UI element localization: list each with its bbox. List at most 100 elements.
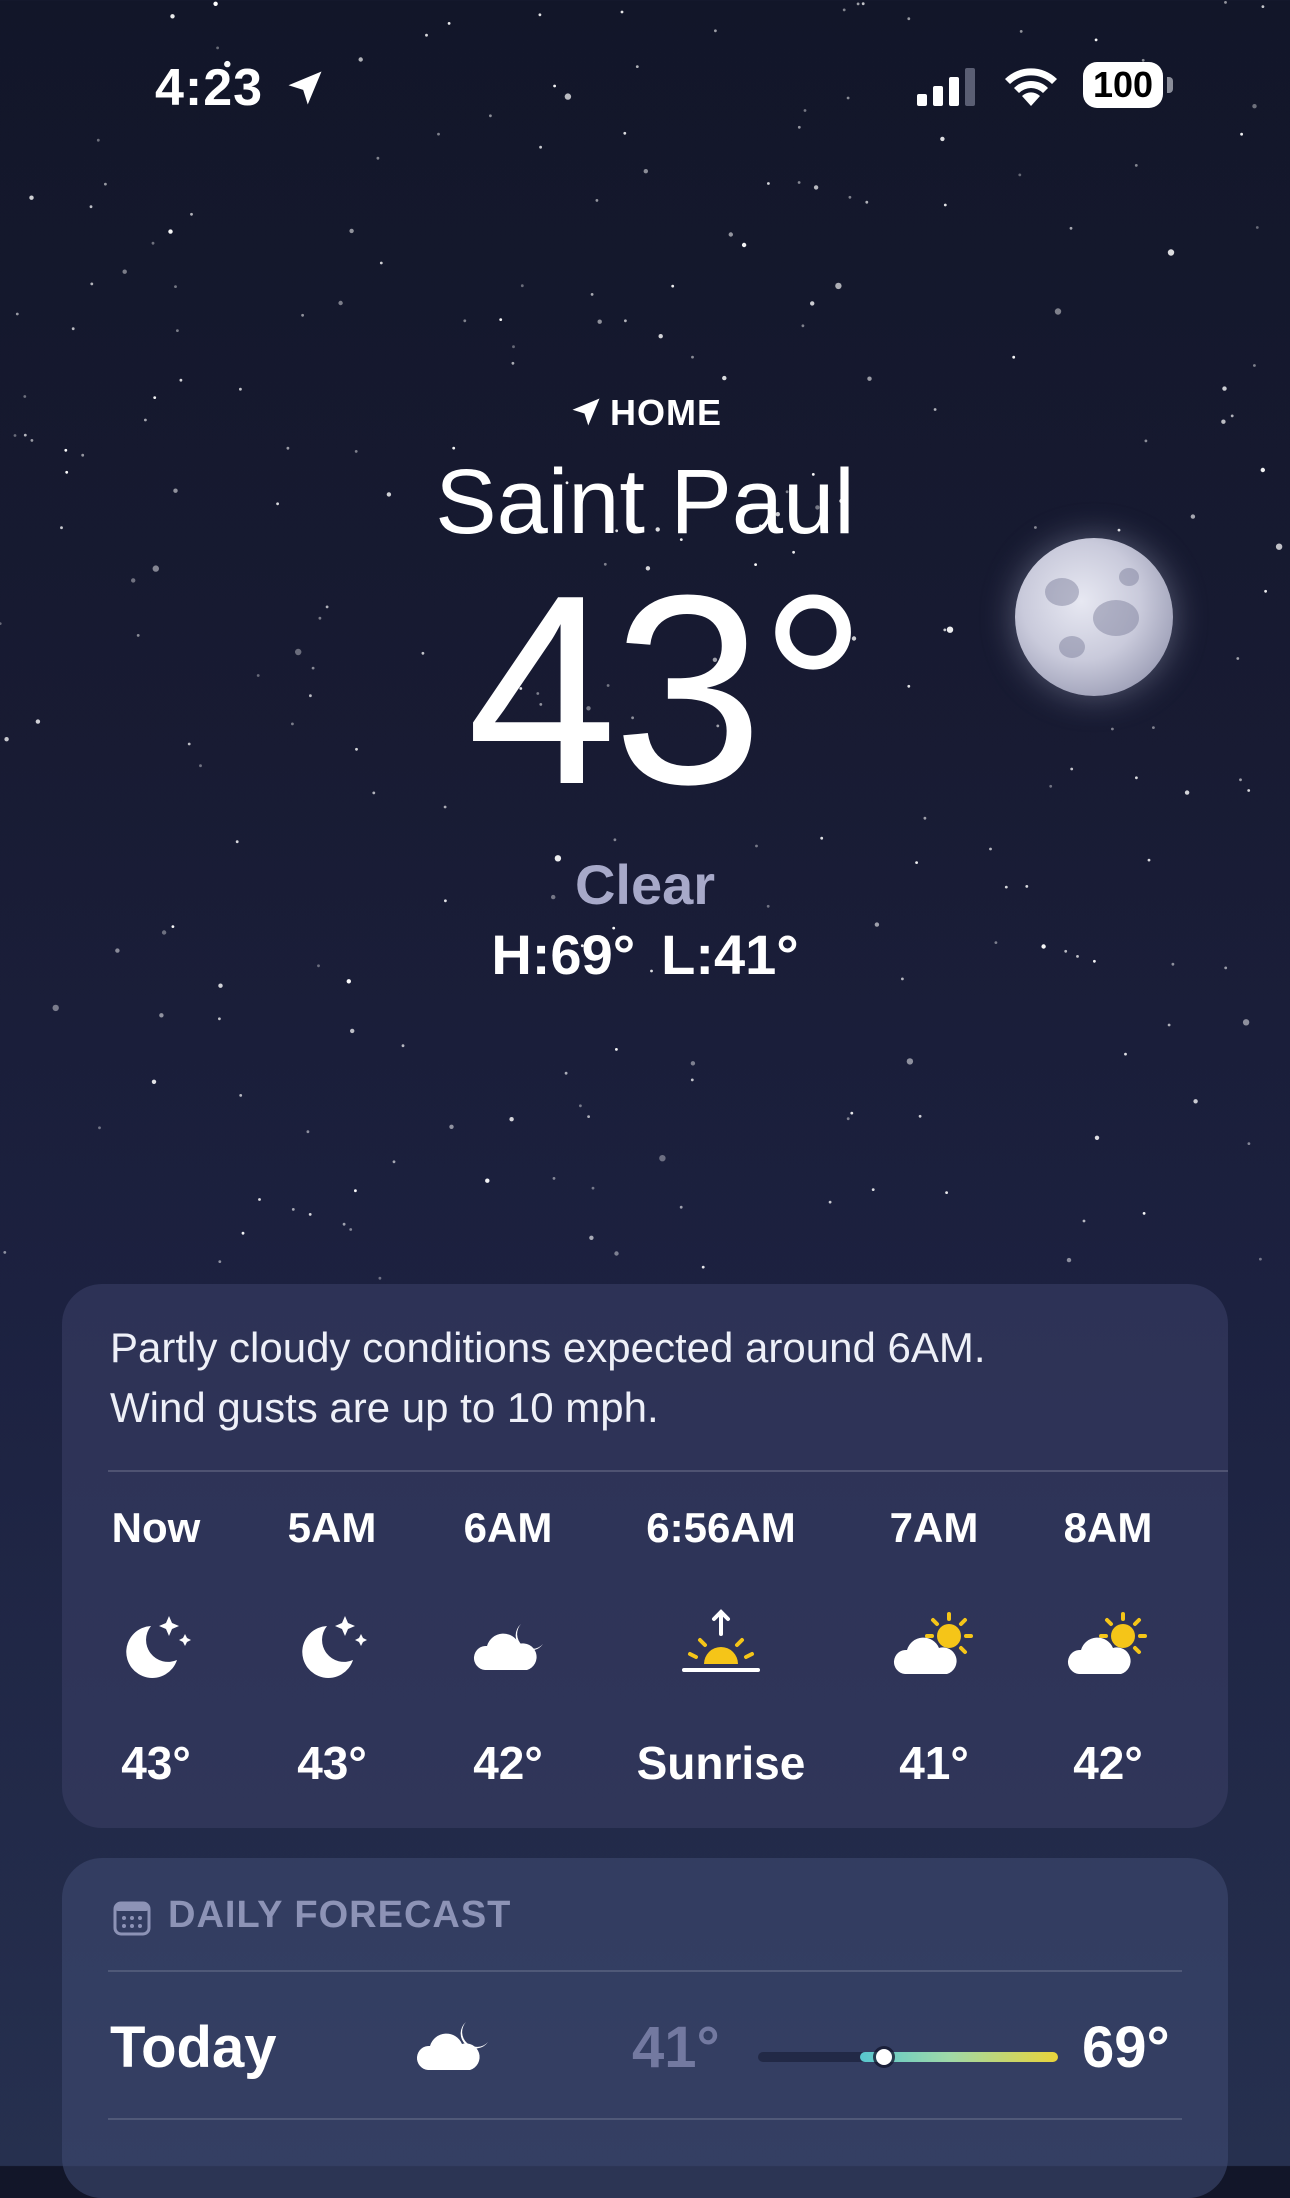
star [176, 329, 179, 332]
star [463, 319, 467, 323]
star [520, 284, 524, 288]
star [671, 284, 675, 288]
current-temperature: 43° [466, 540, 867, 841]
star [589, 1235, 594, 1241]
star [1144, 439, 1148, 443]
star [918, 1114, 922, 1118]
star [239, 387, 242, 391]
star [291, 1208, 295, 1211]
summary-line-2: Wind gusts are up to 10 mph. [110, 1384, 659, 1431]
star [906, 1058, 914, 1065]
day-low-temperature: 41° [632, 2015, 720, 2080]
star [810, 301, 815, 306]
hour-item-sunrise[interactable]: 6:56AM Sunrise [621, 1504, 821, 1804]
sunrise-icon [682, 1609, 760, 1672]
hour-label: 7AM [889, 1504, 979, 1551]
hour-item-5am[interactable]: 5AM 43° [232, 1504, 432, 1804]
star [218, 1017, 221, 1021]
wifi-icon [1005, 68, 1057, 106]
star [624, 319, 627, 323]
star [151, 1079, 157, 1085]
star [485, 1178, 490, 1183]
star [871, 1188, 875, 1191]
star [591, 1186, 595, 1190]
star [595, 199, 599, 202]
star [258, 1198, 261, 1201]
star [301, 313, 304, 317]
star [552, 1177, 556, 1180]
star [1069, 226, 1073, 230]
star [1054, 308, 1062, 315]
location-tag-label: HOME [610, 392, 722, 433]
star [349, 1228, 353, 1231]
hour-item-now[interactable]: Now 43° [56, 1504, 256, 1804]
hour-item-6am[interactable]: 6AM 42° [408, 1504, 608, 1804]
star [89, 205, 93, 209]
star [509, 1117, 514, 1122]
star [1253, 364, 1256, 367]
star [1247, 1142, 1251, 1145]
star [239, 1094, 243, 1097]
star [349, 228, 354, 234]
cloud-sun-icon [893, 1612, 973, 1674]
battery-icon: 100 [1083, 62, 1173, 108]
battery-level: 100 [1083, 62, 1163, 108]
hourly-forecast-card[interactable]: Partly cloudy conditions expected around… [62, 1284, 1228, 1828]
star [159, 1013, 164, 1018]
hour-temperature: 42° [1073, 1737, 1143, 1789]
star [52, 1004, 59, 1012]
hour-item-7am[interactable]: 7AM 41° [834, 1504, 1034, 1804]
day-name: Today [110, 2015, 277, 2080]
star [1066, 1257, 1072, 1263]
hour-temperature: Sunrise [636, 1737, 806, 1789]
battery-tip [1167, 77, 1173, 93]
star [1242, 1019, 1250, 1026]
star [848, 195, 852, 199]
star [354, 1189, 357, 1193]
hour-temperature: 42° [473, 1737, 543, 1789]
star [342, 1222, 346, 1226]
star [179, 378, 183, 382]
star [174, 285, 177, 288]
hour-item-8am[interactable]: 8AM 42° [1008, 1504, 1208, 1804]
star [151, 241, 155, 245]
star [590, 293, 594, 296]
location-arrow-icon [572, 398, 600, 426]
temperature-range-bar [758, 2049, 1058, 2065]
star [90, 282, 94, 286]
moon-stars-icon [126, 1616, 191, 1678]
star [499, 318, 503, 321]
star [850, 1111, 854, 1115]
daily-forecast-title: DAILY FORECAST [168, 1894, 512, 1936]
star [579, 1104, 582, 1108]
star [614, 1251, 619, 1256]
divider [108, 1470, 1228, 1472]
hour-label: 6AM [463, 1504, 553, 1551]
star [338, 300, 343, 306]
star [1094, 1135, 1100, 1141]
star [378, 1276, 382, 1280]
location-tag: HOME [0, 392, 1290, 434]
star [401, 1044, 405, 1048]
cloud-sun-icon [1067, 1612, 1147, 1674]
star [1255, 226, 1259, 229]
star [13, 434, 17, 437]
star [379, 261, 383, 265]
daily-forecast-card[interactable]: DAILY FORECAST Today 41° 69° [62, 1858, 1228, 2198]
star [71, 327, 75, 331]
daily-row-today[interactable]: Today 41° 69° [62, 1970, 1228, 2126]
star [15, 312, 19, 316]
hour-label: 8AM [1063, 1504, 1153, 1551]
hour-label: 5AM [287, 1504, 377, 1551]
calendar-icon [113, 1901, 151, 1936]
star [30, 439, 34, 442]
hour-temperature: 43° [297, 1737, 367, 1789]
current-temperature-marker [876, 2049, 892, 2065]
hour-label: 6:56AM [646, 1504, 796, 1551]
star [512, 345, 515, 349]
cloud-moon-icon [416, 2022, 488, 2070]
star [392, 1160, 396, 1164]
star [98, 1126, 101, 1130]
star [945, 1191, 948, 1194]
hour-temperature: 41° [899, 1737, 969, 1789]
